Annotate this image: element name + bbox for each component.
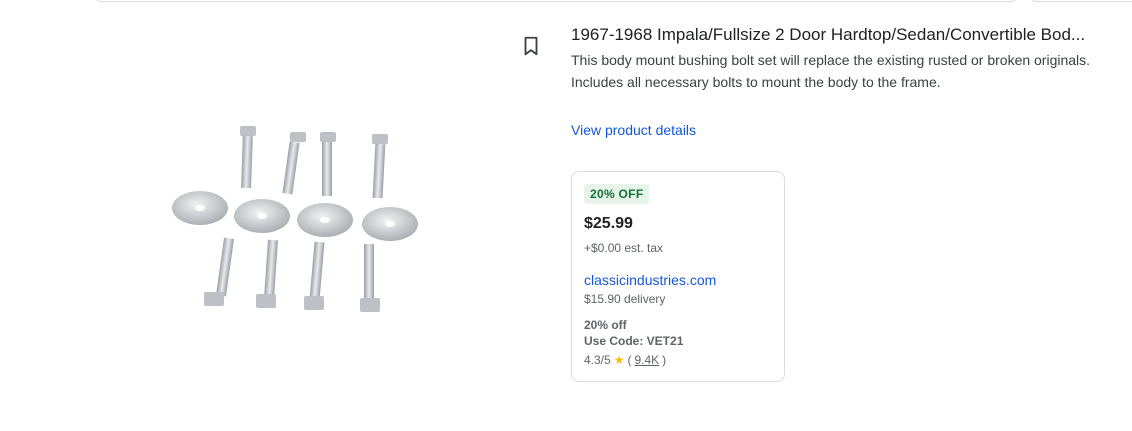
rating-value: 4.3/5 <box>584 353 611 367</box>
reviews-close-paren: ) <box>662 353 667 367</box>
bolt <box>372 134 388 199</box>
store-link[interactable]: classicindustries.com <box>584 272 716 288</box>
store-rating: 4.3/5 ★ (9.4K) <box>584 353 666 367</box>
view-product-details-link[interactable]: View product details <box>571 122 696 138</box>
top-search-bar-edge <box>95 0 1017 2</box>
price: $25.99 <box>584 215 633 232</box>
washer <box>234 199 290 233</box>
bolt <box>320 132 336 196</box>
product-page: 1967-1968 Impala/Fullsize 2 Door Hardtop… <box>0 0 1132 431</box>
promo-code: Use Code: VET21 <box>584 334 684 348</box>
bookmark-icon[interactable] <box>520 35 542 57</box>
bolt <box>240 126 256 189</box>
reviews-open-paren: ( <box>627 353 632 367</box>
bolt <box>304 241 325 310</box>
product-title[interactable]: 1967-1968 Impala/Fullsize 2 Door Hardtop… <box>571 24 1111 46</box>
offer-card[interactable]: 20% OFF $25.99 +$0.00 est. tax classicin… <box>571 171 785 382</box>
bolt <box>204 237 234 306</box>
bolt <box>282 132 306 195</box>
washer <box>172 191 228 225</box>
reviews-count-link[interactable]: 9.4K <box>634 353 659 367</box>
promo-discount: 20% off <box>584 318 627 332</box>
washer <box>362 207 418 241</box>
product-image[interactable] <box>160 120 430 330</box>
product-description: This body mount bushing bolt set will re… <box>571 49 1111 93</box>
washer <box>297 203 353 237</box>
discount-badge: 20% OFF <box>584 184 650 204</box>
bolt <box>360 244 380 312</box>
star-icon: ★ <box>613 353 625 367</box>
estimated-tax: +$0.00 est. tax <box>584 241 664 255</box>
delivery-cost: $15.90 delivery <box>584 292 666 306</box>
top-filter-edge <box>1030 0 1132 2</box>
description-line: This body mount bushing bolt set will re… <box>571 52 1091 68</box>
bolt <box>256 239 279 308</box>
description-line: Includes all necessary bolts to mount th… <box>571 74 941 90</box>
